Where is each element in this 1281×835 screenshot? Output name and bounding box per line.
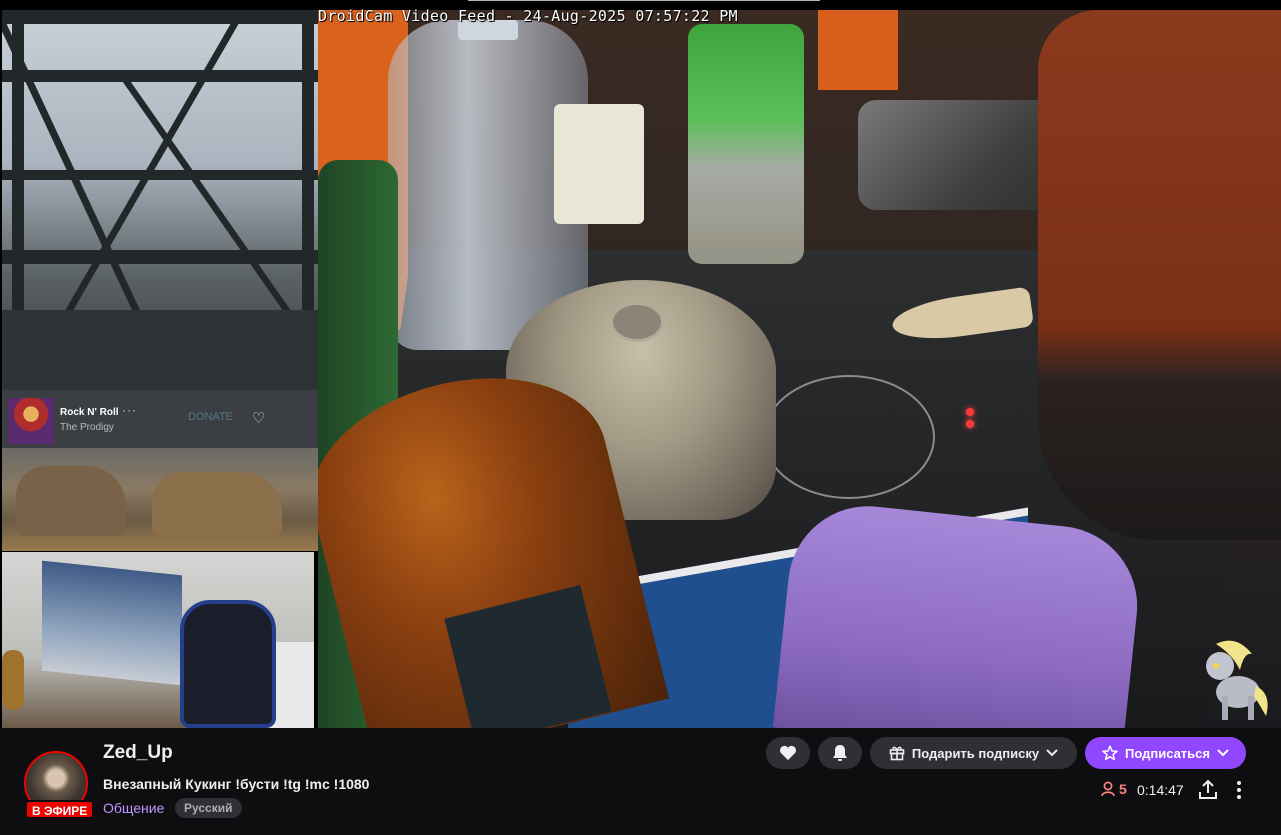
ellipsis-icon: ···: [122, 403, 137, 417]
track-title: Rock N' Roll: [60, 407, 119, 418]
chevron-down-icon: [1217, 749, 1229, 757]
channel-name[interactable]: Zed_Up: [103, 742, 173, 764]
heart-icon: [780, 745, 796, 761]
viewer-count: 5: [1101, 781, 1127, 797]
stream-title: Внезапный Кукинг !бусти !tg !mc !1080: [103, 776, 370, 792]
notifications-button[interactable]: [818, 737, 862, 769]
droidcam-timestamp: DroidCam Video Feed - 24-Aug-2025 07:57:…: [318, 7, 738, 25]
channel-info-bar: В ЭФИРЕ Zed_Up Внезапный Кукинг !бусти !…: [0, 728, 1281, 835]
language-tag[interactable]: Русский: [175, 798, 242, 818]
bell-icon: [833, 745, 847, 761]
share-icon[interactable]: [1197, 778, 1219, 802]
room-webcam-panel: [2, 552, 314, 728]
kitchen-camera-feed: [318, 10, 1281, 728]
bridge-camera-panel: [2, 10, 318, 390]
gift-icon: [889, 746, 905, 761]
category-link[interactable]: Общение: [103, 800, 164, 816]
gift-subscription-button[interactable]: Подарить подписку: [870, 737, 1077, 769]
gift-subscription-label: Подарить подписку: [911, 745, 1040, 761]
heart-outline-icon: ♡: [252, 410, 266, 427]
subscribe-label: Подписаться: [1124, 745, 1210, 761]
follow-button[interactable]: [766, 737, 810, 769]
chevron-down-icon: [1046, 749, 1058, 757]
now-playing-widget: Rock N' Roll The Prodigy ··· DONATE ♡: [2, 390, 318, 448]
live-badge: В ЭФИРЕ: [25, 800, 95, 819]
video-player[interactable]: Rock N' Roll The Prodigy ··· DONATE ♡ Dr…: [0, 0, 1281, 728]
vertical-dots-icon[interactable]: [1228, 779, 1250, 801]
viewer-count-value: 5: [1119, 781, 1127, 797]
donate-watermark: DONATE: [188, 411, 234, 423]
subscribe-button[interactable]: Подписаться: [1085, 737, 1246, 769]
stream-uptime: 0:14:47: [1137, 782, 1184, 798]
person-icon: [1101, 781, 1115, 797]
star-icon: [1102, 745, 1118, 761]
progress-line: [468, 0, 820, 1]
track-artist: The Prodigy: [60, 422, 114, 433]
album-cover: [8, 398, 54, 444]
game-capture-panel: [2, 448, 318, 551]
pony-mascot-icon: [1206, 640, 1268, 720]
